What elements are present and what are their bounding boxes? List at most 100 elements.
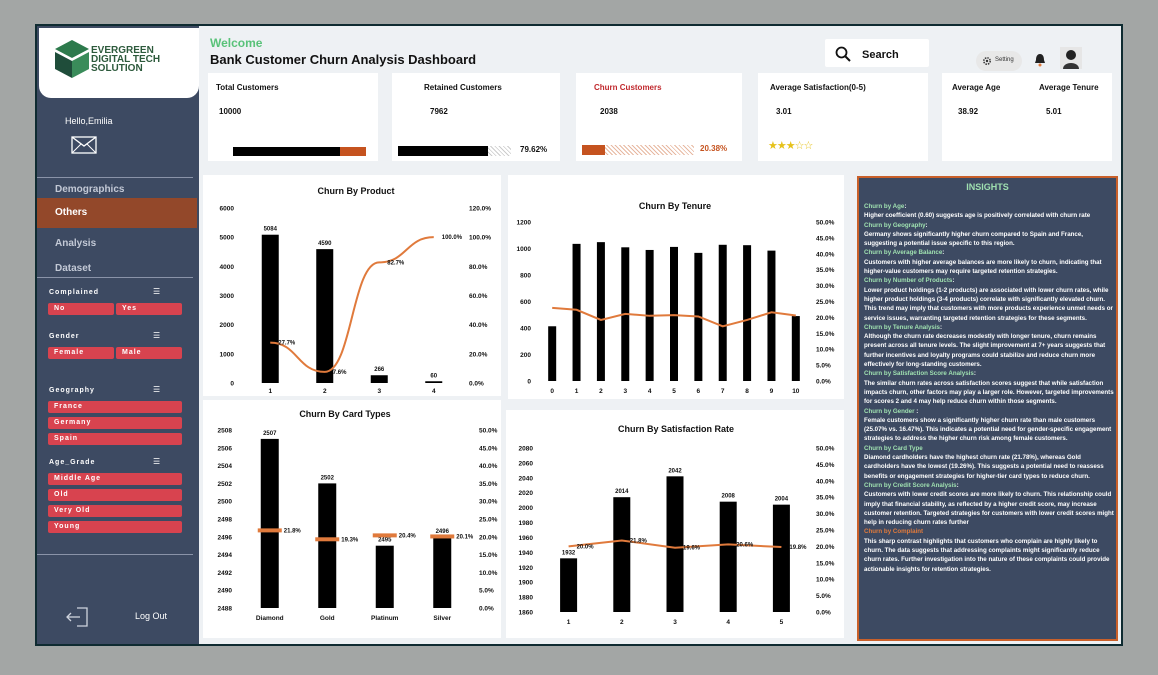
insight-separator: :: [956, 481, 959, 489]
line-series: [270, 236, 434, 373]
x-tick-label: 1: [268, 388, 272, 395]
y-tick-label: 1880: [519, 595, 534, 602]
logout-button[interactable]: Log Out: [135, 611, 167, 621]
mail-icon[interactable]: [71, 136, 97, 154]
y-tick-label: 2490: [218, 588, 233, 595]
y2-tick-label: 25.0%: [479, 517, 498, 524]
slicer-chip[interactable]: Middle Age: [48, 473, 182, 485]
x-tick-label: 1: [575, 388, 579, 395]
kpi-label: Churn Customers: [594, 83, 662, 92]
logout-icon[interactable]: [65, 606, 89, 628]
y2-tick-label: 50.0%: [816, 446, 835, 453]
nav-item-analysis[interactable]: Analysis: [37, 232, 197, 260]
avatar[interactable]: [1060, 47, 1082, 69]
slicer-chip[interactable]: Spain: [48, 433, 182, 445]
x-tick-label: 4: [648, 388, 652, 395]
multi-select-icon[interactable]: ☰: [153, 331, 160, 340]
y-tick-label: 1000: [517, 246, 532, 253]
slicer-chip[interactable]: France: [48, 401, 182, 413]
search-box[interactable]: Search: [825, 39, 929, 67]
kpi-label-age: Average Age: [952, 83, 1001, 92]
bar: [613, 497, 631, 612]
y2-tick-label: 10.0%: [479, 570, 498, 577]
slicer-chip[interactable]: Very Old: [48, 505, 182, 517]
slicer-chip[interactable]: Young: [48, 521, 182, 533]
y-tick-label: 2492: [218, 570, 233, 577]
x-tick-label: 10: [792, 388, 800, 395]
bar: [375, 545, 394, 608]
multi-select-icon[interactable]: ☰: [153, 287, 160, 296]
x-tick-label: Silver: [433, 615, 451, 622]
kpi-bar: [233, 147, 366, 156]
y2-tick-label: 5.0%: [479, 588, 494, 595]
logo-mark-icon: [55, 40, 89, 78]
slicer-chip[interactable]: Germany: [48, 417, 182, 429]
insight-separator: :: [925, 221, 928, 229]
x-tick-label: 8: [745, 388, 749, 395]
nav-item-dataset[interactable]: Dataset: [37, 257, 197, 285]
bar-value-label: 2042: [668, 468, 682, 474]
bar: [316, 249, 334, 383]
line-value-label: 21.8%: [284, 528, 302, 534]
y-tick-label: 2060: [519, 460, 534, 467]
y-tick-label: 2080: [519, 446, 534, 453]
y2-tick-label: 0.0%: [816, 610, 831, 617]
y-tick-label: 1860: [519, 610, 534, 617]
bar: [596, 242, 605, 381]
slicer-chip[interactable]: Old: [48, 489, 182, 501]
x-tick-label: Diamond: [256, 615, 284, 622]
welcome-text: Welcome: [210, 36, 263, 50]
y-tick-label: 4000: [220, 264, 235, 271]
chart-churn-by-tenure: Churn By Tenure 0 200 400 600 800 1000 1200 0.0%…: [517, 201, 835, 395]
insight-section: Churn by Tenure Analysis: Although the ch…: [864, 323, 1116, 369]
y2-tick-label: 80.0%: [469, 264, 488, 271]
multi-select-icon[interactable]: ☰: [153, 457, 160, 466]
bar-value-label: 2502: [321, 475, 335, 481]
star-rating: ★★★☆☆: [768, 140, 813, 152]
y-tick-label: 1200: [517, 220, 532, 227]
chart-panel-product: Churn By Product 0 1000 2000 3000 4000 5000 600…: [203, 175, 501, 396]
chart-title: Churn By Card Types: [299, 409, 390, 419]
y2-tick-label: 60.0%: [469, 293, 488, 300]
line-value-label: 100.0%: [442, 235, 463, 241]
y2-tick-label: 30.0%: [479, 499, 498, 506]
slicer-chip[interactable]: Male: [116, 347, 182, 359]
insights-title: INSIGHTS: [966, 182, 1009, 192]
kpi-age-tenure: Average Age 38.92 Average Tenure 5.01: [942, 73, 1112, 161]
y2-tick-label: 40.0%: [479, 463, 498, 470]
insight-heading: Churn by Age: [864, 203, 905, 210]
insight-separator: :: [973, 370, 976, 378]
bar-value-label: 2495: [378, 538, 392, 544]
insight-text: Customers with lower credit scores are m…: [864, 491, 1114, 527]
bar-value-label: 1932: [562, 550, 576, 556]
insight-heading: Churn by Credit Score Analysis: [864, 481, 957, 489]
bar-value-label: 266: [374, 367, 385, 373]
multi-select-icon[interactable]: ☰: [153, 385, 160, 394]
kpi-label: Total Customers: [216, 83, 279, 92]
slicer-chip[interactable]: No: [48, 303, 114, 315]
x-tick-label: 3: [377, 388, 381, 395]
kpi-label: Average Satisfaction(0-5): [770, 83, 866, 92]
slicer-chip[interactable]: Female: [48, 347, 114, 359]
nav-item-others[interactable]: Others: [37, 198, 197, 228]
insight-text: Customers with higher average balances a…: [864, 258, 1102, 276]
insight-text: Female customers show a significantly hi…: [864, 416, 1112, 443]
insights-panel: INSIGHTS Churn by Age: Higher coefficient…: [857, 176, 1118, 641]
y-tick-label: 1940: [519, 550, 534, 557]
insight-separator: :: [942, 249, 945, 257]
bar: [719, 501, 737, 612]
bar-value-label: 5084: [264, 227, 278, 233]
x-tick-label: 3: [623, 388, 627, 395]
line-value-label: 19.3%: [341, 537, 359, 543]
insight-text: Lower product holdings (1-2 products) ar…: [864, 286, 1113, 322]
bell-icon[interactable]: [1034, 53, 1046, 67]
chart-panel-card-types: Churn By Card Types 2488 2490 2492 2494 2496 2…: [203, 400, 501, 638]
line-value-label: 20.4%: [399, 533, 417, 539]
slicer-chip[interactable]: Yes: [116, 303, 182, 315]
setting-button[interactable]: Setting: [976, 51, 1022, 71]
line-value-label: 27.7%: [278, 341, 296, 347]
logo: EVERGREEN DIGITAL TECH SOLUTION: [39, 28, 199, 98]
x-tick-label: 4: [726, 619, 730, 626]
y2-tick-label: 20.0%: [816, 315, 835, 322]
kpi-bar-churn-segment: [340, 147, 366, 156]
